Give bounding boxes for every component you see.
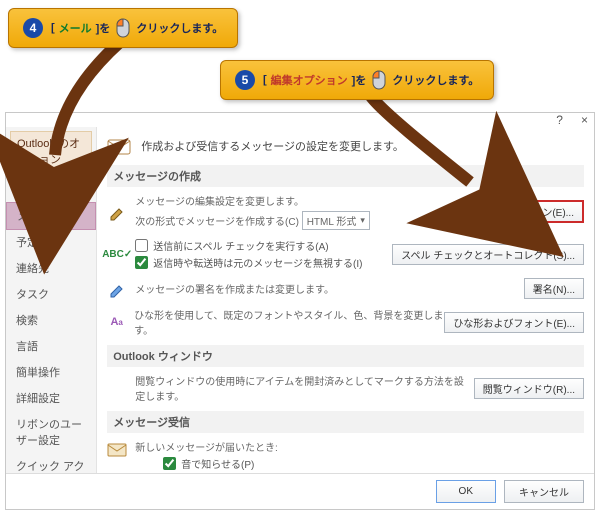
outlook-options-dialog: ? × Outlook のオプション 全般メール予定表連絡先タスク検索言語簡単操… [5,112,595,510]
sidebar-item-0[interactable]: 全般 [6,177,96,203]
font-icon: Aa [107,312,126,332]
chk-ignore-original[interactable]: 返信時や転送時は元のメッセージを無視する(I) [135,255,362,270]
sidebar: Outlook のオプション 全般メール予定表連絡先タスク検索言語簡単操作詳細設… [6,127,97,473]
help-icon[interactable]: ? [556,113,563,127]
cancel-button[interactable]: キャンセル [504,480,584,503]
chevron-down-icon: ▾ [360,215,365,226]
sidebar-item-10[interactable]: クイック アクセス ツール バー [6,453,96,473]
callout-4-pre: [ [51,22,55,34]
callout-5-post: ]を [352,72,367,88]
mouse-icon [114,17,132,39]
spellcheck-button[interactable]: スペル チェックとオートコレクト(S)... [392,244,584,265]
callout-4-number: 4 [23,18,43,38]
compose-format-value: HTML 形式 [307,213,357,228]
signature-text: メッセージの署名を作成または変更します。 [135,281,334,296]
callout-4-target: メール [59,20,92,36]
font-text: ひな形を使用して、既定のフォントやスタイル、色、背景を変更します。 [134,307,444,337]
sidebar-item-8[interactable]: 詳細設定 [6,385,96,411]
recv-option-0[interactable]: 音で知らせる(P) [163,456,584,471]
sidebar-item-2[interactable]: 予定表 [6,229,96,255]
section-receive: メッセージ受信 [107,411,584,433]
sidebar-item-3[interactable]: 連絡先 [6,255,96,281]
new-mail-icon [107,439,127,459]
mouse-icon [370,69,388,91]
sidebar-item-7[interactable]: 簡単操作 [6,359,96,385]
envelope-icon [107,137,131,155]
callout-4-post: ]を [96,20,111,36]
sidebar-item-6[interactable]: 言語 [6,333,96,359]
callout-4-tail: クリックします。 [136,20,223,36]
sidebar-item-5[interactable]: 検索 [6,307,96,333]
titlebar: ? × [6,113,594,127]
signature-button[interactable]: 署名(N)... [524,278,584,299]
dialog-title: Outlook のオプション [10,131,92,171]
reading-pane-button[interactable]: 閲覧ウィンドウ(R)... [474,378,584,399]
callout-5-tail: クリックします。 [392,72,479,88]
pencil-icon [107,202,127,222]
close-icon[interactable]: × [581,113,588,127]
sidebar-item-4[interactable]: タスク [6,281,96,307]
sidebar-item-9[interactable]: リボンのユーザー設定 [6,411,96,453]
ok-button[interactable]: OK [436,480,496,503]
editor-options-button[interactable]: 編集オプション(E)... [472,200,584,223]
compose-line1: メッセージの編集設定を変更します。 [135,193,370,208]
spellcheck-icon: ABC✓ [107,244,127,264]
stationery-font-button[interactable]: ひな形およびフォント(E)... [444,312,584,333]
content-pane: 作成および受信するメッセージの設定を変更します。 メッセージの作成 メッセージの… [97,127,594,473]
section-outlook-window: Outlook ウィンドウ [107,345,584,367]
section-compose: メッセージの作成 [107,165,584,187]
callout-5-pre: [ [263,74,267,86]
dialog-footer: OK キャンセル [6,473,594,509]
intro-text: 作成および受信するメッセージの設定を変更します。 [141,138,404,154]
callout-5-number: 5 [235,70,255,90]
recv-heading: 新しいメッセージが届いたとき: [135,439,584,454]
sidebar-item-1[interactable]: メール [6,202,96,230]
signature-icon [107,279,127,299]
callout-4: 4 [ メール ]を クリックします。 [8,8,238,48]
reading-pane-text: 閲覧ウィンドウの使用時にアイテムを開封済みとしてマークする方法を設定します。 [135,373,474,403]
callout-5-target: 編集オプション [271,72,348,88]
compose-format-label: 次の形式でメッセージを作成する(C) [135,217,299,228]
callout-5: 5 [ 編集オプション ]を クリックします。 [220,60,494,100]
chk-spell-before-send[interactable]: 送信前にスペル チェックを実行する(A) [135,238,362,253]
compose-format-select[interactable]: HTML 形式 ▾ [302,211,370,230]
